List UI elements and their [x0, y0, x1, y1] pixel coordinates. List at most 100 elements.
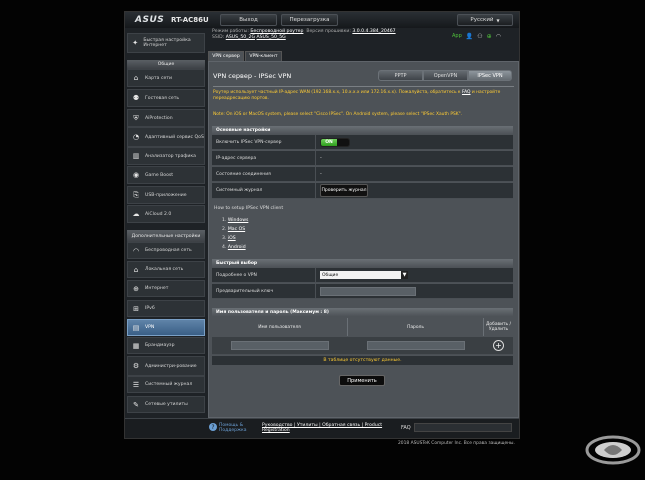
- check-log-button[interactable]: Проверить журнал: [320, 184, 368, 197]
- admin-icon: ⚙: [132, 362, 140, 370]
- sidebar-item-system-log[interactable]: ☰ Системный журнал: [127, 376, 205, 393]
- macos-link[interactable]: Mac OS: [228, 227, 245, 232]
- add-user-button[interactable]: +: [493, 340, 504, 351]
- basic-settings-header: Основные настройки: [212, 126, 513, 134]
- sidebar-item-game-boost[interactable]: ◉ Game Boost: [127, 166, 205, 184]
- chevron-down-icon: ▼: [496, 17, 500, 23]
- faq-link[interactable]: FAQ: [462, 90, 471, 95]
- client-note: Note: On iOS or MacOS system, please sel…: [213, 112, 463, 117]
- ipv6-icon: ⊞: [133, 304, 139, 313]
- username-input[interactable]: [231, 341, 329, 350]
- chart-icon: ▥: [132, 152, 140, 160]
- tools-icon: ✎: [133, 400, 139, 409]
- users-header: Имя пользователя и пароль (Максимум : 8): [212, 308, 513, 316]
- shield-icon: ⛨: [133, 113, 139, 122]
- tab-vpn-server[interactable]: VPN сервер: [208, 51, 244, 61]
- footer-links[interactable]: Руководство | Утилиты | Обратная связь |…: [262, 423, 400, 433]
- network-map-icon: ⌂: [133, 74, 139, 82]
- chevron-down-icon: ▼: [401, 271, 408, 279]
- users-input-row: +: [212, 337, 513, 355]
- row-preshared-key: Предварительный ключ: [212, 284, 513, 299]
- firewall-icon: ▦: [132, 341, 140, 350]
- tab-vpn-client[interactable]: VPN-клиент: [245, 51, 282, 61]
- col-password: Пароль: [348, 318, 484, 336]
- usb-icon[interactable]: ⚇: [477, 33, 482, 40]
- quick-select-header: Быстрый выбор: [212, 259, 513, 267]
- guest-network-icon: ⚉: [132, 94, 140, 102]
- gamepad-icon: ◉: [132, 171, 140, 179]
- howto-item-1: 1. Windows: [222, 218, 249, 223]
- sidebar-item-traffic-analyzer[interactable]: ▥ Анализатор трафика: [127, 147, 205, 165]
- windows-link[interactable]: Windows: [228, 218, 249, 223]
- log-icon: ☰: [132, 380, 140, 389]
- sidebar-item-firewall[interactable]: ▦ Брандмауэр: [127, 337, 205, 354]
- sidebar-header-advanced: Дополнительные настройки: [127, 230, 205, 242]
- sidebar-item-wireless[interactable]: ◠ Беспроводная сеть: [127, 242, 205, 259]
- usb-app-icon: ⎘: [133, 190, 139, 199]
- ios-link[interactable]: iOS: [228, 236, 236, 241]
- wifi-icon[interactable]: ◠: [496, 33, 501, 40]
- empty-table-message: В таблице отсутствуют данные.: [212, 356, 513, 365]
- page-title: VPN сервер - IPSec VPN: [213, 72, 292, 80]
- wireless-icon: ◠: [132, 246, 140, 255]
- site-watermark-icon: [585, 435, 641, 465]
- howto-title: How to setup IPSec VPN client: [214, 206, 284, 211]
- sidebar-item-qos[interactable]: ◔ Адаптивный сервис QoS: [127, 127, 205, 147]
- row-server-ip: IP-адрес сервера -: [212, 151, 513, 166]
- users-table-header: Имя пользователя Пароль Добавить / Удали…: [212, 318, 513, 336]
- logout-button[interactable]: Выход: [220, 14, 277, 26]
- sidebar-item-guest-network[interactable]: ⚉ Гостевая сеть: [127, 89, 205, 107]
- howto-item-4: 4. Android: [222, 245, 246, 250]
- sidebar-item-aiprotection[interactable]: ⛨ AiProtection: [127, 109, 205, 127]
- help-support-link[interactable]: Помощь & Поддержка: [219, 423, 259, 433]
- globe-icon: ⊕: [133, 284, 139, 293]
- asus-logo: ASUS: [135, 15, 165, 25]
- person-icon[interactable]: 👤: [466, 33, 473, 40]
- sidebar-item-ipv6[interactable]: ⊞ IPv6: [127, 300, 205, 317]
- faq-search-input[interactable]: [414, 423, 512, 432]
- model-name: RT-AC86U: [171, 16, 209, 24]
- sidebar-item-wan[interactable]: ⊕ Интернет: [127, 280, 205, 297]
- firmware-link[interactable]: 3.0.0.4.384_20467: [352, 29, 395, 34]
- internet-icon[interactable]: ⊕: [487, 33, 492, 40]
- vpn-icon: ▤: [132, 323, 140, 332]
- col-add-delete: Добавить / Удалить: [486, 322, 511, 332]
- sidebar-item-network-tools[interactable]: ✎ Сетевые утилиты: [127, 396, 205, 413]
- sidebar-item-network-map[interactable]: ⌂ Карта сети: [127, 69, 205, 87]
- tab-ipsec-vpn[interactable]: IPSec VPN: [468, 70, 512, 81]
- language-select[interactable]: Русский ▼: [457, 14, 513, 26]
- tab-openvpn[interactable]: OpenVPN: [423, 70, 468, 81]
- android-link[interactable]: Android: [228, 245, 246, 250]
- row-connection-status: Состояние соединения -: [212, 167, 513, 182]
- app-label[interactable]: App: [452, 33, 462, 40]
- ssid-5g-link[interactable]: ASUS_50_5G: [256, 35, 285, 40]
- reboot-button[interactable]: Перезагрузка: [281, 14, 338, 26]
- col-username: Имя пользователя: [212, 318, 348, 336]
- faq-label: FAQ: [401, 425, 411, 431]
- howto-item-2: 2. Mac OS: [222, 227, 246, 232]
- preshared-key-input[interactable]: [320, 286, 416, 296]
- sidebar-item-usb-app[interactable]: ⎘ USB-приложение: [127, 186, 205, 204]
- howto-item-3: 3. iOS: [222, 236, 236, 241]
- tab-pptp[interactable]: PPTP: [378, 70, 423, 81]
- apply-button[interactable]: Применить: [339, 375, 385, 386]
- ipsec-toggle[interactable]: ON: [320, 137, 350, 147]
- copyright: 2018 ASUSTeK Computer Inc. Все права защ…: [398, 441, 515, 446]
- sidebar-item-vpn[interactable]: ▤ VPN: [127, 319, 205, 336]
- vpn-details-select[interactable]: Общие ▼: [320, 271, 408, 279]
- cloud-icon: ☁: [132, 210, 140, 218]
- divider: [213, 86, 514, 87]
- help-icon: ?: [209, 423, 217, 431]
- ssid-2g-link[interactable]: ASUS_50_2G: [226, 35, 255, 40]
- status-icons: App 👤 ⚇ ⊕ ◠: [452, 33, 501, 40]
- sidebar-item-aicloud[interactable]: ☁ AiCloud 2.0: [127, 205, 205, 223]
- operation-mode-link[interactable]: Беспроводной роутер: [250, 29, 303, 34]
- sidebar-item-quick-setup[interactable]: ✦ Быстрая настройка Интернет: [127, 33, 205, 53]
- qos-icon: ◔: [132, 133, 140, 141]
- lan-icon: ⌂: [133, 265, 139, 274]
- sidebar-item-administration[interactable]: ⚙ Администри-рование: [127, 356, 205, 376]
- sidebar-item-lan[interactable]: ⌂ Локальная сеть: [127, 261, 205, 278]
- sidebar-header-general: Общие: [127, 60, 205, 69]
- row-vpn-details: Подробнее о VPN Общие ▼: [212, 268, 513, 283]
- password-input[interactable]: [367, 341, 465, 350]
